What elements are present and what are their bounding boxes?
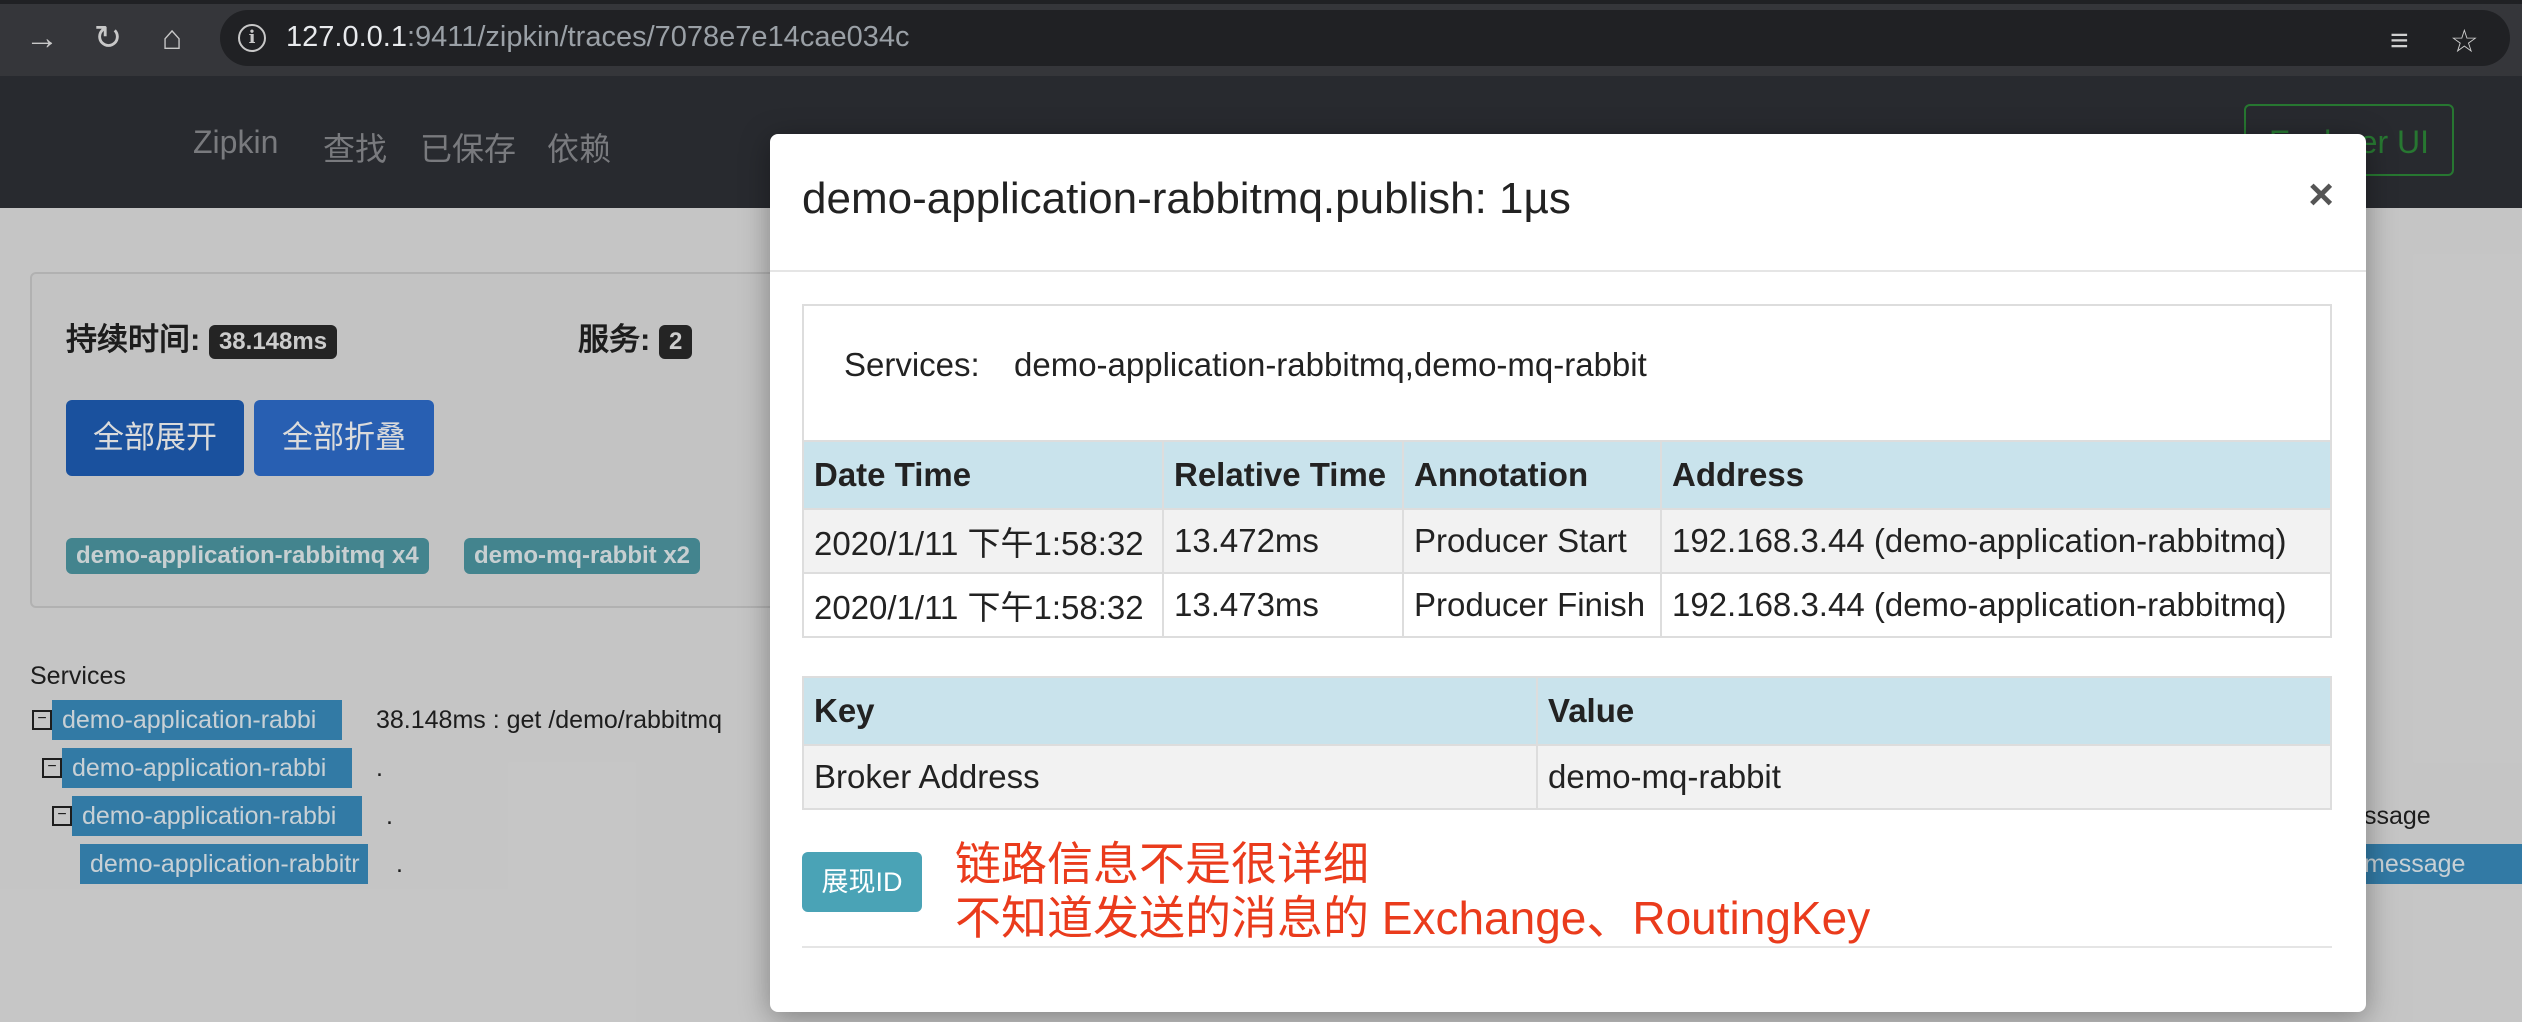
modal-header-divider — [770, 270, 2366, 272]
url-text[interactable]: 127.0.0.1:9411/zipkin/traces/7078e7e14ca… — [286, 21, 909, 54]
modal-title: demo-application-rabbitmq.publish: 1µs — [802, 174, 1571, 223]
tags-table: Key Value Broker Address demo-mq-rabbit — [802, 676, 2332, 810]
browser-toolbar: → ↻ ⌂ i 127.0.0.1:9411/zipkin/traces/707… — [0, 0, 2522, 76]
table-row: Broker Address demo-mq-rabbit — [802, 744, 2332, 810]
annotations-table: Date Time Relative Time Annotation Addre… — [802, 440, 2332, 638]
date-time-cell: 2020/1/11 下午1:58:32 — [802, 508, 1164, 574]
column-header: Key — [802, 676, 1538, 746]
address-cell: 192.168.3.44 (demo-application-rabbitmq) — [1660, 508, 2332, 574]
relative-time-cell: 13.473ms — [1162, 572, 1404, 638]
column-header: Relative Time — [1162, 440, 1404, 510]
table-row: 2020/1/11 下午1:58:32 13.472ms Producer St… — [802, 508, 2332, 574]
bookmark-star-icon[interactable]: ☆ — [2450, 22, 2479, 60]
date-time-cell: 2020/1/11 下午1:58:32 — [802, 572, 1164, 638]
column-header: Date Time — [802, 440, 1164, 510]
services-value: demo-application-rabbitmq,demo-mq-rabbit — [1014, 346, 1647, 383]
annotations-header-row: Date Time Relative Time Annotation Addre… — [802, 440, 2332, 510]
tags-header-row: Key Value — [802, 676, 2332, 746]
tag-value-cell: demo-mq-rabbit — [1536, 744, 2332, 810]
relative-time-cell: 13.472ms — [1162, 508, 1404, 574]
table-row: 2020/1/11 下午1:58:32 13.473ms Producer Fi… — [802, 572, 2332, 638]
home-icon[interactable]: ⌂ — [150, 16, 194, 60]
column-header: Address — [1660, 440, 2332, 510]
annotation-note-line-2: 不知道发送的消息的 Exchange、RoutingKey — [955, 892, 1871, 944]
address-cell: 192.168.3.44 (demo-application-rabbitmq) — [1660, 572, 2332, 638]
forward-icon[interactable]: → — [20, 16, 64, 60]
services-label: Services: — [844, 346, 980, 383]
modal-footer-divider — [802, 946, 2332, 948]
close-icon[interactable]: × — [2308, 170, 2334, 220]
tag-key-cell: Broker Address — [802, 744, 1538, 810]
services-box: Services: demo-application-rabbitmq,demo… — [802, 304, 2332, 440]
address-bar[interactable]: i 127.0.0.1:9411/zipkin/traces/7078e7e14… — [220, 10, 2510, 66]
show-id-button[interactable]: 展现ID — [802, 852, 922, 912]
reader-mode-icon[interactable]: ≡ — [2390, 22, 2409, 59]
column-header: Value — [1536, 676, 2332, 746]
tab-strip — [0, 0, 2522, 4]
column-header: Annotation — [1402, 440, 1662, 510]
annotation-cell: Producer Start — [1402, 508, 1662, 574]
span-detail-modal: demo-application-rabbitmq.publish: 1µs ×… — [770, 134, 2366, 1012]
annotation-cell: Producer Finish — [1402, 572, 1662, 638]
reload-icon[interactable]: ↻ — [86, 16, 130, 60]
site-info-icon[interactable]: i — [238, 24, 266, 52]
